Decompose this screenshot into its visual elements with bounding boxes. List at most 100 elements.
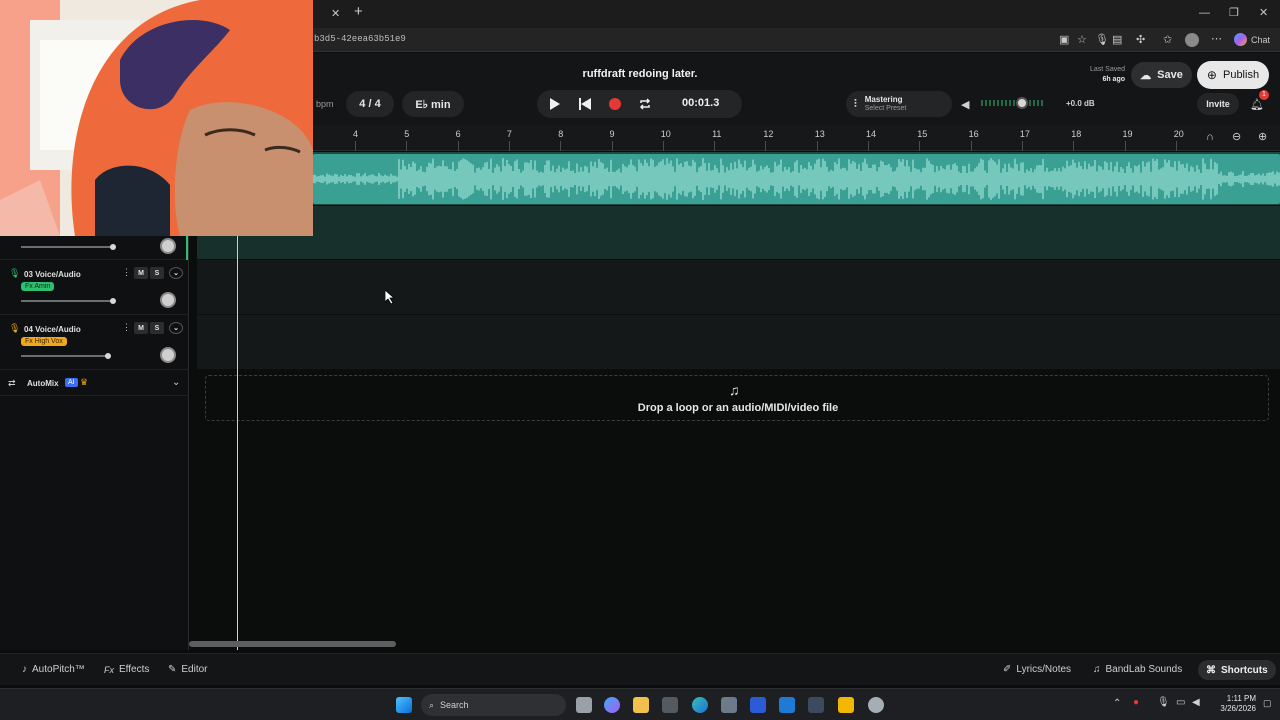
volume-fader-handle[interactable] [110, 298, 116, 304]
copilot-app-icon[interactable] [604, 697, 620, 713]
snap-magnet-icon[interactable]: ∩ [1206, 131, 1214, 143]
record-button[interactable] [604, 95, 626, 113]
mute-button[interactable]: M [134, 322, 148, 334]
mastering-button[interactable]: ⫶ Mastering Select Preset [846, 91, 952, 117]
puzzle-icon[interactable]: ✣ [1136, 34, 1145, 46]
pan-knob[interactable] [160, 238, 176, 254]
tray-monitor-icon[interactable]: ▭ [1176, 697, 1185, 708]
steam-icon[interactable] [808, 697, 824, 713]
webcam-overlay [0, 0, 313, 236]
microphone-icon[interactable]: 🎙︎ [1095, 34, 1109, 46]
automix-row[interactable]: ⇄ AutoMix AI ♛ ⌄ [0, 372, 189, 396]
volume-fader[interactable] [21, 246, 113, 248]
maximize-window-icon[interactable]: ❐ [1229, 7, 1239, 19]
url-text[interactable]: b3d5-42eea63b51e9 [314, 34, 406, 44]
rockstar-icon[interactable] [838, 697, 854, 713]
track-name[interactable]: 04 Voice/Audio [24, 325, 81, 334]
key-selector[interactable]: E♭ min [402, 91, 464, 117]
tray-volume-icon[interactable]: ◀︎ [1192, 697, 1200, 708]
task-view-icon[interactable] [576, 697, 592, 713]
app-icon[interactable] [662, 697, 678, 713]
zoom-in-icon[interactable]: ⊕ [1258, 130, 1267, 143]
fx-tag[interactable]: Fx Amiri [21, 282, 55, 291]
track-lane-1[interactable] [197, 152, 1280, 206]
volume-fader[interactable] [21, 355, 109, 357]
file-explorer-icon[interactable] [633, 697, 649, 713]
track-header-2[interactable] [0, 235, 189, 260]
edge-browser-icon[interactable] [692, 697, 708, 713]
editor-button[interactable]: ✎ Editor [168, 664, 208, 675]
mute-button[interactable]: M [134, 267, 148, 279]
minimize-window-icon[interactable]: — [1199, 7, 1210, 19]
app-icon[interactable] [868, 697, 884, 713]
profile-avatar[interactable] [1185, 33, 1199, 47]
windows-start-icon[interactable] [396, 697, 412, 713]
master-volume-slider[interactable] [981, 97, 1043, 109]
close-window-icon[interactable]: ✕ [1259, 7, 1268, 19]
chat-label: Chat [1251, 34, 1271, 45]
track-menu-icon[interactable]: ⋮ [122, 322, 131, 333]
pan-knob[interactable] [160, 347, 176, 363]
track-header-3[interactable]: 🎙︎ 03 Voice/Audio Fx Amiri ⋮ M S ⌄ [0, 260, 189, 315]
tray-chevron-up-icon[interactable]: ⌃ [1113, 698, 1121, 709]
playhead[interactable] [237, 236, 238, 650]
lyrics-notes-button[interactable]: ✐ Lyrics/Notes [1003, 664, 1071, 675]
speaker-icon[interactable]: ◀︎ [961, 98, 969, 111]
ruler-tick [560, 141, 562, 151]
pan-knob[interactable] [160, 292, 176, 308]
play-button[interactable] [544, 95, 566, 113]
new-tab-icon[interactable]: + [354, 4, 363, 19]
crown-icon: ♛ [80, 377, 89, 387]
solo-button[interactable]: S [150, 267, 164, 279]
play-icon [550, 98, 560, 110]
publish-button[interactable]: ⊕ Publish [1197, 61, 1269, 89]
track-header-4[interactable]: 🎙︎ 04 Voice/Audio Fx High Vox ⋮ M S ⌄ [0, 315, 189, 370]
track-lane-4[interactable] [197, 315, 1280, 370]
editor-app-icon[interactable] [750, 697, 766, 713]
save-button[interactable]: ☁ Save [1131, 62, 1192, 88]
notification-center-icon[interactable]: ▢ [1263, 698, 1272, 709]
track-lane-2[interactable] [197, 206, 1280, 260]
solo-button[interactable]: S [150, 322, 164, 334]
favorite-star-icon[interactable]: ☆ [1077, 34, 1087, 46]
more-menu-icon[interactable]: ⋯ [1211, 33, 1222, 45]
tray-app-icon[interactable]: ● [1133, 697, 1139, 708]
autopitch-button[interactable]: ♪ AutoPitch™ [22, 664, 85, 675]
shortcuts-button[interactable]: ⌘ Shortcuts [1198, 660, 1276, 680]
drop-zone[interactable]: ♫ Drop a loop or an audio/MIDI/video fil… [205, 375, 1269, 421]
copilot-chat-button[interactable]: Chat [1234, 33, 1270, 46]
favorites-icon[interactable]: ✩ [1163, 34, 1172, 46]
track-menu-icon[interactable]: ⋮ [122, 267, 131, 278]
volume-fader-handle[interactable] [110, 244, 116, 250]
loop-button[interactable] [634, 95, 656, 113]
tray-clock[interactable]: 1:11 PM 3/26/2026 [1208, 694, 1256, 714]
effects-button[interactable]: Fx Effects [104, 664, 149, 675]
taskbar-search[interactable]: ⌕ Search [421, 694, 566, 716]
zoom-out-icon[interactable]: ⊖ [1232, 130, 1241, 143]
volume-slider-handle[interactable] [1016, 97, 1028, 109]
keyboard-icon[interactable]: ▤ [1112, 34, 1122, 46]
notifications-button[interactable]: 🔔︎ 1 [1250, 90, 1269, 113]
time-signature[interactable]: 4 / 4 [346, 91, 394, 117]
fx-tag[interactable]: Fx High Vox [21, 337, 67, 346]
track-name[interactable]: 03 Voice/Audio [24, 270, 81, 279]
tray-mic-icon[interactable]: 🎙︎ [1157, 697, 1170, 708]
expand-chevron-icon[interactable]: ⌄ [169, 322, 183, 334]
volume-fader[interactable] [21, 300, 113, 302]
mail-icon[interactable] [779, 697, 795, 713]
close-tab-icon[interactable]: ✕ [331, 8, 340, 20]
skip-back-button[interactable] [574, 95, 596, 113]
track-lane-3[interactable] [197, 260, 1280, 315]
audio-clip[interactable] [313, 154, 1280, 204]
extension-icon[interactable]: ▣ [1059, 34, 1069, 46]
invite-button[interactable]: Invite [1197, 93, 1239, 115]
expand-chevron-icon[interactable]: ⌄ [169, 267, 183, 279]
volume-fader-handle[interactable] [105, 353, 111, 359]
sounds-label: BandLab Sounds [1105, 664, 1183, 675]
bandlab-sounds-button[interactable]: ♫ BandLab Sounds [1093, 664, 1182, 675]
track-lanes[interactable] [197, 152, 1280, 370]
timeline-ruler[interactable]: 4 5 6 7 8 9 10 11 12 13 14 15 16 17 18 19 20 ∩ ⊖ ⊕ [190, 125, 1280, 151]
chevron-down-icon[interactable]: ⌄ [172, 377, 180, 388]
horizontal-scrollbar[interactable] [189, 641, 396, 647]
store-icon[interactable] [721, 697, 737, 713]
